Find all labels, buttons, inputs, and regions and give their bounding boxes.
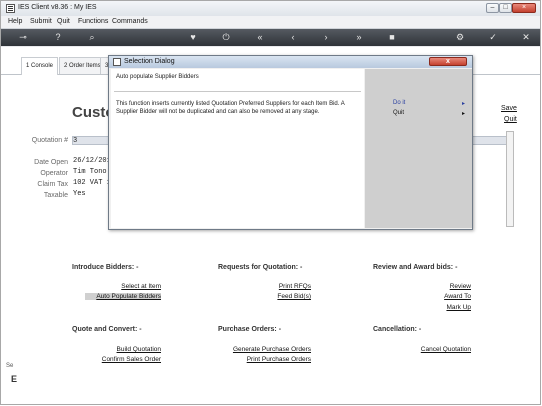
window-title: IES Client v8.36 : My IES [18,4,97,11]
gear-icon[interactable]: ⚙ [453,31,467,43]
confirm-sales-order-link[interactable]: Confirm Sales Order [80,356,161,363]
option-do-it[interactable]: Do it ▸ [393,100,467,107]
quote-convert-title: Quote and Convert: - [72,326,142,333]
review-link[interactable]: Review [420,283,471,290]
mark-up-link[interactable]: Mark Up [420,304,471,311]
stop-icon[interactable]: ■ [385,31,399,43]
dialog-description: This function inserts currently listed Q… [116,101,345,115]
dialog-options-panel: Do it ▸ Quit ▸ [365,69,472,228]
introduce-bidders-title: Introduce Bidders: - [72,264,139,271]
selection-dialog: Selection Dialog x Auto populate Supplie… [108,55,473,230]
build-quotation-link[interactable]: Build Quotation [80,346,161,353]
check-icon[interactable]: ✓ [486,31,500,43]
claim-tax-label: Claim Tax [37,181,68,188]
power-icon[interactable]: ⏻ [219,31,233,43]
dialog-app-icon [113,58,121,66]
chevron-right-icon: ▸ [461,101,465,107]
purchase-orders-title: Purchase Orders: - [218,326,282,333]
save-link[interactable]: Save [501,105,517,112]
menu-functions[interactable]: Functions [78,18,108,25]
help-icon[interactable]: ? [51,31,65,43]
dialog-title-bar: Selection Dialog x [109,56,472,68]
option-quit-label: Quit [393,110,405,116]
award-to-link[interactable]: Award To [420,293,471,300]
cancellation-title: Cancellation: - [373,326,422,333]
dialog-divider [114,91,361,92]
print-purchase-orders-link[interactable]: Print Purchase Orders [220,356,311,363]
dialog-close-button[interactable]: x [429,57,467,66]
menu-submit[interactable]: Submit [30,18,52,25]
side-fragment-e: E [11,374,18,384]
tab-console[interactable]: 1 Console [21,57,59,75]
cancel-quotation-link[interactable]: Cancel Quotation [400,346,471,353]
scrollbar[interactable] [506,131,514,227]
print-rfqs-link[interactable]: Print RFQs [240,283,311,290]
side-fragment-se: Se [6,363,14,369]
rewind-icon[interactable]: « [253,31,267,43]
forward-icon[interactable]: » [352,31,366,43]
generate-purchase-orders-link[interactable]: Generate Purchase Orders [220,346,311,353]
close-window-button[interactable]: × [512,3,536,13]
search-icon[interactable]: ⌕ [85,31,99,43]
app-icon [6,4,15,13]
heart-icon[interactable]: ♥ [186,31,200,43]
dialog-heading: Auto populate Supplier Bidders [116,74,199,80]
quotation-value: 3 [73,137,78,145]
tab-order-items[interactable]: 2 Order Items [59,57,106,74]
taxable-value: Yes [73,190,86,198]
dialog-body: Auto populate Supplier Bidders This func… [111,69,364,228]
feed-bids-link[interactable]: Feed Bid(s) [240,293,311,300]
review-award-title: Review and Award bids: - [373,264,458,271]
operator-value: Tim Tono [73,168,107,176]
quotation-label: Quotation # [31,137,68,144]
minimize-button[interactable]: – [486,3,499,13]
date-open-label: Date Open [34,159,68,166]
back-icon[interactable]: ‹ [286,31,300,43]
key-icon[interactable]: ⊸ [13,31,33,43]
menu-quit[interactable]: Quit [57,18,70,25]
menu-commands[interactable]: Commands [112,18,148,25]
auto-populate-bidders-link[interactable]: Auto Populate Bidders [85,293,161,300]
title-bar: IES Client v8.36 : My IES – □ × [1,1,540,17]
menu-help[interactable]: Help [8,18,22,25]
option-do-it-label: Do it [393,100,406,106]
dialog-title: Selection Dialog [124,58,175,65]
close-icon[interactable]: ✕ [519,31,533,43]
taxable-label: Taxable [43,192,68,199]
toolbar: ⊸ ? ⌕ ♥ ⏻ « ‹ › » ■ ⚙ ✓ ✕ [1,29,540,46]
chevron-right-icon: ▸ [461,111,465,117]
operator-label: Operator [40,170,68,177]
quit-link[interactable]: Quit [504,116,517,123]
option-quit[interactable]: Quit ▸ [393,110,467,117]
play-icon[interactable]: › [319,31,333,43]
requests-for-quotation-title: Requests for Quotation: - [218,264,303,271]
menu-bar: Help Submit Quit Functions Commands [1,16,540,29]
select-at-item-link[interactable]: Select at Item [80,283,161,290]
maximize-button[interactable]: □ [499,3,512,13]
